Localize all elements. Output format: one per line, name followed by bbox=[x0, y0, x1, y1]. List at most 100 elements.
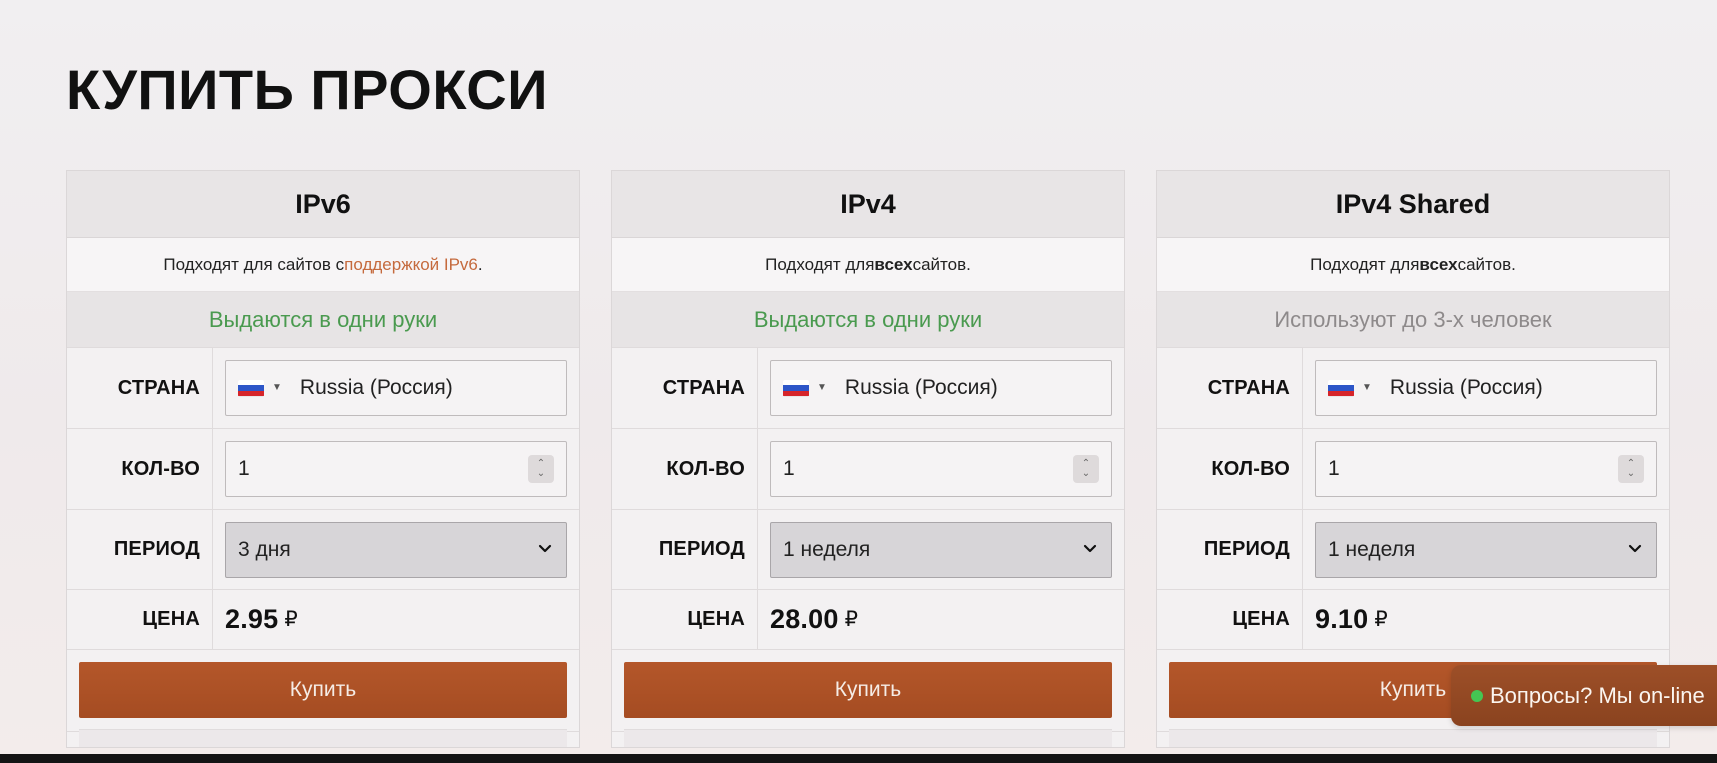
quantity-value: 1 bbox=[1328, 457, 1340, 480]
quantity-row: КОЛ-ВО 1 ⌃ ⌄ bbox=[67, 429, 579, 510]
buy-area: Купить bbox=[612, 650, 1124, 732]
chevron-down-icon[interactable] bbox=[538, 542, 552, 556]
chat-widget-label: Вопросы? Мы on-line bbox=[1490, 682, 1705, 708]
quantity-label: КОЛ-ВО bbox=[612, 429, 758, 509]
quantity-value-cell: 1 ⌃ ⌄ bbox=[758, 429, 1124, 509]
period-select[interactable]: 1 неделя bbox=[770, 521, 1112, 578]
country-row: СТРАНА ▼ Russia (Россия) bbox=[1157, 348, 1669, 429]
chevron-down-icon[interactable] bbox=[1083, 542, 1097, 556]
quantity-stepper[interactable]: ⌃ ⌄ bbox=[528, 455, 554, 483]
period-value-cell: 1 неделя bbox=[1303, 510, 1669, 589]
period-value-cell: 1 неделя bbox=[758, 510, 1124, 589]
period-row: ПЕРИОД 3 дня bbox=[67, 510, 579, 590]
period-label: ПЕРИОД bbox=[612, 510, 758, 589]
price-value-cell: 28.00 ₽ bbox=[758, 590, 1124, 649]
price-row: ЦЕНА 28.00 ₽ bbox=[612, 590, 1124, 650]
price-label: ЦЕНА bbox=[67, 590, 213, 649]
price-value: 28.00 bbox=[770, 604, 839, 634]
chat-widget[interactable]: Вопросы? Мы on-line bbox=[1451, 665, 1717, 726]
country-select[interactable]: ▼ Russia (Россия) bbox=[225, 360, 567, 416]
quantity-value-cell: 1 ⌃ ⌄ bbox=[1303, 429, 1669, 509]
quantity-input[interactable]: 1 ⌃ ⌄ bbox=[770, 441, 1112, 497]
country-label: СТРАНА bbox=[612, 348, 758, 428]
ownership-badge: Используют до 3-х человек bbox=[1157, 292, 1669, 348]
ownership-badge: Выдаются в одни руки bbox=[67, 292, 579, 348]
country-select-value: Russia (Россия) bbox=[299, 376, 453, 399]
plan-description-suffix: сайтов. bbox=[912, 254, 971, 274]
buy-area: Купить bbox=[67, 650, 579, 732]
price-row: ЦЕНА 2.95 ₽ bbox=[67, 590, 579, 650]
ipv6-support-link[interactable]: поддержкой IPv6 bbox=[344, 255, 478, 275]
online-status-icon bbox=[1471, 689, 1483, 702]
country-select[interactable]: ▼ Russia (Россия) bbox=[1315, 360, 1657, 416]
plan-title: IPv6 bbox=[67, 171, 579, 238]
plan-description-text: Подходят для bbox=[1310, 254, 1420, 274]
quantity-input[interactable]: 1 ⌃ ⌄ bbox=[225, 441, 567, 497]
country-select[interactable]: ▼ Russia (Россия) bbox=[770, 360, 1112, 416]
quantity-label: КОЛ-ВО bbox=[1157, 429, 1303, 509]
price-value: 9.10 bbox=[1315, 604, 1369, 634]
stepper-down-icon[interactable]: ⌄ bbox=[537, 469, 545, 479]
plan-card-ipv4: IPv4 Подходят для всех сайтов. Выдаются … bbox=[611, 170, 1125, 748]
country-label: СТРАНА bbox=[1157, 348, 1303, 428]
plan-description-suffix: сайтов. bbox=[1457, 254, 1516, 274]
plan-description-text: Подходят для bbox=[765, 254, 875, 274]
country-row: СТРАНА ▼ Russia (Россия) bbox=[67, 348, 579, 429]
bottom-bar bbox=[0, 754, 1717, 763]
country-value-cell: ▼ Russia (Россия) bbox=[758, 348, 1124, 428]
plan-description: Подходят для всех сайтов. bbox=[1157, 238, 1669, 292]
card-footer-divider bbox=[79, 729, 567, 747]
price-value-cell: 2.95 ₽ bbox=[213, 590, 579, 649]
flag-dropdown-caret-icon[interactable]: ▼ bbox=[272, 383, 282, 393]
quantity-value: 1 bbox=[238, 457, 250, 480]
country-select-value: Russia (Россия) bbox=[1389, 376, 1543, 399]
page-title: КУПИТЬ ПРОКСИ bbox=[66, 58, 548, 121]
country-row: СТРАНА ▼ Russia (Россия) bbox=[612, 348, 1124, 429]
period-select[interactable]: 1 неделя bbox=[1315, 521, 1657, 578]
plan-card-ipv4-shared: IPv4 Shared Подходят для всех сайтов. Ис… bbox=[1156, 170, 1670, 748]
price-value: 2.95 bbox=[225, 604, 279, 634]
period-row: ПЕРИОД 1 неделя bbox=[1157, 510, 1669, 590]
period-select-value: 1 неделя bbox=[783, 537, 871, 561]
plan-description: Подходят для сайтов с поддержкой IPv6 . bbox=[67, 238, 579, 292]
card-footer-divider bbox=[1169, 729, 1657, 747]
period-value-cell: 3 дня bbox=[213, 510, 579, 589]
period-select[interactable]: 3 дня bbox=[225, 521, 567, 578]
ru-flag-icon[interactable] bbox=[1328, 379, 1354, 397]
plan-description-emphasis: всех bbox=[874, 254, 913, 274]
currency-symbol: ₽ bbox=[844, 608, 858, 631]
price-label: ЦЕНА bbox=[1157, 590, 1303, 649]
plan-description: Подходят для всех сайтов. bbox=[612, 238, 1124, 292]
quantity-stepper[interactable]: ⌃ ⌄ bbox=[1073, 455, 1099, 483]
price-row: ЦЕНА 9.10 ₽ bbox=[1157, 590, 1669, 650]
ru-flag-icon[interactable] bbox=[783, 379, 809, 397]
period-label: ПЕРИОД bbox=[67, 510, 213, 589]
flag-dropdown-caret-icon[interactable]: ▼ bbox=[1362, 383, 1372, 393]
period-select-value: 1 неделя bbox=[1328, 537, 1416, 561]
plan-title: IPv4 Shared bbox=[1157, 171, 1669, 238]
price-label: ЦЕНА bbox=[612, 590, 758, 649]
quantity-value-cell: 1 ⌃ ⌄ bbox=[213, 429, 579, 509]
quantity-row: КОЛ-ВО 1 ⌃ ⌄ bbox=[612, 429, 1124, 510]
stepper-down-icon[interactable]: ⌄ bbox=[1627, 469, 1635, 479]
quantity-stepper[interactable]: ⌃ ⌄ bbox=[1618, 455, 1644, 483]
quantity-input[interactable]: 1 ⌃ ⌄ bbox=[1315, 441, 1657, 497]
currency-symbol: ₽ bbox=[284, 608, 298, 631]
plan-title: IPv4 bbox=[612, 171, 1124, 238]
country-label: СТРАНА bbox=[67, 348, 213, 428]
quantity-label: КОЛ-ВО bbox=[67, 429, 213, 509]
stepper-down-icon[interactable]: ⌄ bbox=[1082, 469, 1090, 479]
country-value-cell: ▼ Russia (Россия) bbox=[213, 348, 579, 428]
country-value-cell: ▼ Russia (Россия) bbox=[1303, 348, 1669, 428]
period-select-value: 3 дня bbox=[238, 537, 291, 561]
flag-dropdown-caret-icon[interactable]: ▼ bbox=[817, 383, 827, 393]
period-label: ПЕРИОД bbox=[1157, 510, 1303, 589]
period-row: ПЕРИОД 1 неделя bbox=[612, 510, 1124, 590]
ru-flag-icon[interactable] bbox=[238, 379, 264, 397]
currency-symbol: ₽ bbox=[1374, 608, 1388, 631]
plan-card-ipv6: IPv6 Подходят для сайтов с поддержкой IP… bbox=[66, 170, 580, 748]
buy-button[interactable]: Купить bbox=[624, 662, 1112, 718]
chevron-down-icon[interactable] bbox=[1628, 542, 1642, 556]
buy-button[interactable]: Купить bbox=[79, 662, 567, 718]
country-select-value: Russia (Россия) bbox=[844, 376, 998, 399]
